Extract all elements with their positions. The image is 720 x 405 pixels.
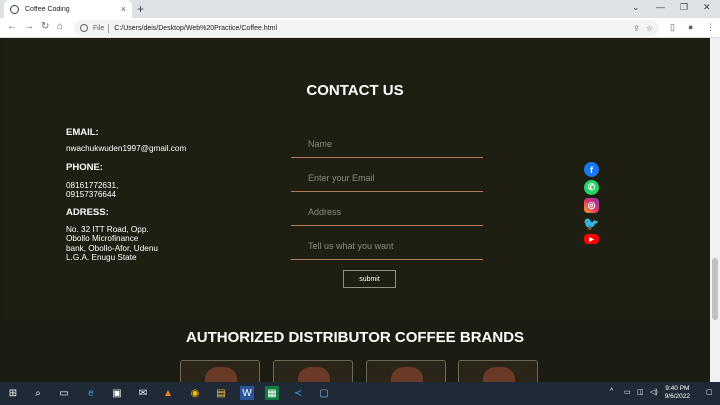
url-text[interactable]: C:/Users/deis/Desktop/Web%20Practice/Cof… [114,25,627,32]
home-icon[interactable]: ⌂ [57,21,63,32]
contact-title: CONTACT US [306,82,404,99]
app-icon[interactable]: ▢ [317,386,331,400]
edge-icon[interactable]: e [84,386,98,400]
brand-image [391,367,423,382]
brand-card[interactable] [180,360,260,382]
scrollbar-thumb[interactable] [712,258,718,320]
globe-icon [10,4,19,14]
task-view-icon[interactable]: ▭ [57,386,71,400]
word-icon[interactable]: W [240,386,254,400]
file-scheme-label: File [93,24,105,32]
email-value: nwachukwuden1997@gmail.com [66,144,187,153]
phone-label: PHONE: [66,161,103,173]
omnibox-divider [108,23,110,33]
address-line-3: bank, Obollo-Afor, Udenu [66,243,158,253]
minimize-button[interactable]: — [656,2,665,12]
taskbar-clock[interactable]: 9:40 PM 9/6/2022 [665,385,690,401]
maximize-button[interactable]: ❐ [680,2,688,13]
share-icon[interactable]: ⇪ [633,24,640,33]
vlc-icon[interactable]: ▲ [161,386,175,400]
address-input[interactable]: Address [291,198,483,226]
email-label: EMAIL: [66,127,99,138]
brand-card[interactable] [458,360,538,382]
store-icon[interactable]: ▣ [110,386,124,400]
tray-chevron-icon[interactable]: ^ [610,388,613,395]
back-icon[interactable]: ← [7,21,17,32]
search-icon[interactable]: ⌕ [31,386,45,400]
tab-coffee-coding[interactable]: Coffee Coding × [4,0,132,18]
address-line-1: No. 32 ITT Road, Opp. [66,224,149,234]
page-viewport: CONTACT US EMAIL: nwachukwuden1997@gmail… [0,38,710,382]
taskbar: ⊞ ⌕ ▭ e ▣ ✉ ▲ ◉ ▤ W ▦ ≺ ▢ ^ ▭ ◫ ◁) 9:40 … [0,382,720,405]
message-input[interactable]: Tell us what you want [291,232,483,260]
browser-toolbar: ← → ↻ ⌂ File C:/Users/deis/Desktop/Web%2… [0,18,720,38]
address-line-2: Obollo Microfinance [66,234,139,243]
profile-icon[interactable]: ● [688,22,693,32]
side-panel-icon[interactable]: ▯ [670,22,675,33]
brand-card[interactable] [366,360,446,382]
network-icon[interactable]: ◫ [637,388,644,396]
clock-time: 9:40 PM [665,385,690,392]
contact-form: Name Enter your Email Address Tell us wh… [291,130,483,288]
brand-image [298,367,330,382]
close-window-button[interactable]: ✕ [703,2,711,13]
mail-icon[interactable]: ✉ [136,386,150,400]
forward-icon[interactable]: → [24,21,34,32]
vscode-icon[interactable]: ≺ [291,386,305,400]
chrome-icon[interactable]: ◉ [188,386,202,400]
twitter-icon[interactable]: 🐦 [583,216,599,231]
tab-strip: Coffee Coding × + ⌄ — ❐ ✕ [0,0,720,18]
address-line-4: L.G.A. Enugu State [66,253,137,262]
menu-kebab-icon[interactable]: ⋮ [706,22,715,33]
email-input[interactable]: Enter your Email [291,164,483,192]
windows-start-icon[interactable]: ⊞ [6,386,20,400]
spreadsheet-icon[interactable]: ▦ [265,386,279,400]
contact-info: EMAIL: nwachukwuden1997@gmail.com PHONE:… [66,127,236,263]
phone-value-2: 09157376644 [66,190,117,199]
page-scrollbar[interactable] [710,38,720,382]
brand-image [205,367,237,382]
clock-date: 9/6/2022 [664,393,690,400]
phone-value-1: 08161772631, [66,180,119,190]
volume-icon[interactable]: ◁) [650,388,658,396]
brands-title: AUTHORIZED DISTRIBUTOR COFFEE BRANDS [185,329,525,346]
new-tab-button[interactable]: + [137,2,144,16]
battery-icon[interactable]: ▭ [624,388,631,396]
brand-image [483,367,515,382]
instagram-icon[interactable]: ◎ [584,198,599,213]
name-input[interactable]: Name [291,130,483,158]
address-bar[interactable]: File C:/Users/deis/Desktop/Web%20Practic… [74,20,659,36]
file-explorer-icon[interactable]: ▤ [214,386,228,400]
social-links: f ✆ ◎ 🐦 ▶ [583,162,600,247]
whatsapp-icon[interactable]: ✆ [584,180,599,195]
notification-icon[interactable]: ▢ [706,388,713,396]
submit-button[interactable]: submit [343,270,396,288]
address-label: ADRESS: [66,206,109,218]
tab-search-icon[interactable]: ⌄ [632,2,640,13]
youtube-icon[interactable]: ▶ [584,234,599,244]
bookmark-star-icon[interactable]: ☆ [646,24,653,33]
reload-icon[interactable]: ↻ [41,21,49,32]
brand-card[interactable] [273,360,353,382]
facebook-icon[interactable]: f [584,162,599,177]
tab-title: Coffee Coding [25,5,70,13]
info-icon[interactable] [80,24,88,32]
tab-close-icon[interactable]: × [121,4,126,14]
